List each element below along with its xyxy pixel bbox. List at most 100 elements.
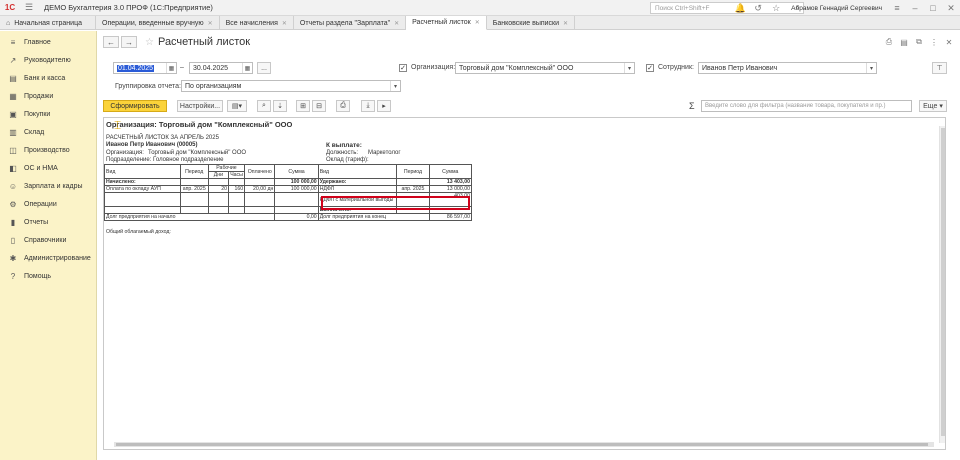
tab-label: Все начисления bbox=[225, 19, 278, 27]
close-icon[interactable]: ✕ bbox=[394, 20, 399, 27]
settings-button[interactable]: Настройки... bbox=[177, 100, 223, 112]
horizontal-scrollbar[interactable] bbox=[114, 442, 934, 447]
employee-name: Иванов Петр Иванович (00005) bbox=[106, 142, 198, 148]
period-select-button[interactable]: ... bbox=[257, 62, 271, 74]
sidebar-item-main[interactable]: ≡ Главное bbox=[0, 33, 96, 51]
maximize-icon[interactable]: □ bbox=[927, 2, 939, 14]
grouping-field[interactable]: По организациям ▾ bbox=[181, 80, 401, 92]
tab-payslip[interactable]: Расчетный листок ✕ bbox=[406, 16, 487, 30]
page-title: Расчетный листок bbox=[157, 36, 251, 48]
sidebar-item-bank[interactable]: ▤ Банк и касса bbox=[0, 69, 96, 87]
sidebar-item-warehouse[interactable]: ▥ Склад bbox=[0, 123, 96, 141]
employee-field[interactable]: Иванов Петр Иванович ▾ bbox=[698, 62, 877, 74]
employee-checkbox[interactable]: ✓ bbox=[646, 64, 654, 72]
vertical-scrollbar[interactable] bbox=[939, 126, 945, 443]
collapse-button[interactable]: ⊟ bbox=[312, 100, 326, 112]
tab-home[interactable]: ⌂ Начальная страница bbox=[0, 16, 96, 30]
payslip-title: РАСЧЕТНЫЙ ЛИСТОК ЗА АПРЕЛЬ 2025 bbox=[106, 135, 219, 141]
tab-bank-statements[interactable]: Банковские выписки ✕ bbox=[487, 16, 576, 30]
sidebar-item-label: Склад bbox=[24, 128, 45, 136]
sidebar-item-catalogs[interactable]: ▯ Справочники bbox=[0, 231, 96, 249]
find-button[interactable]: ⌕ bbox=[257, 100, 271, 112]
history-icon[interactable]: ↺ bbox=[752, 2, 764, 14]
export-button[interactable]: ⤓ bbox=[361, 100, 375, 112]
text-cursor-icon: ⌶ bbox=[114, 118, 122, 132]
position-label: Должность: bbox=[326, 150, 359, 156]
variants-button[interactable]: ▤▾ bbox=[227, 100, 247, 112]
sidebar-item-assets[interactable]: ◧ ОС и НМА bbox=[0, 159, 96, 177]
home-icon: ⌂ bbox=[6, 19, 11, 27]
close-form-icon[interactable]: ✕ bbox=[944, 37, 954, 47]
building-icon: ◧ bbox=[9, 163, 17, 173]
table-cell bbox=[396, 178, 430, 186]
star-icon[interactable]: ☆ bbox=[770, 2, 782, 14]
minimize-icon[interactable]: – bbox=[909, 2, 921, 14]
org-field[interactable]: Торговый дом "Комплексный" ООО ▾ bbox=[455, 62, 635, 74]
favorite-star-icon[interactable]: ☆ bbox=[145, 37, 154, 48]
close-icon[interactable]: ✕ bbox=[563, 20, 568, 27]
sidebar-item-salary[interactable]: ☺ Зарплата и кадры bbox=[0, 177, 96, 195]
forward-button[interactable]: → bbox=[121, 36, 137, 48]
bell-icon[interactable]: 🔔 bbox=[734, 2, 746, 14]
close-icon[interactable]: ✕ bbox=[945, 2, 957, 14]
expand-button[interactable]: ⊞ bbox=[296, 100, 310, 112]
org-line-value: Торговый дом "Комплексный" ООО bbox=[148, 150, 247, 156]
sidebar-item-sales[interactable]: ▦ Продажи bbox=[0, 87, 96, 105]
print-icon: ⎙ bbox=[340, 102, 346, 109]
find-next-button[interactable]: ⇣ bbox=[273, 100, 287, 112]
more-vertical-icon[interactable]: ⋮ bbox=[929, 37, 939, 47]
settings-lines-icon[interactable]: ≡ bbox=[891, 2, 903, 14]
save-icon[interactable]: ▤ bbox=[899, 37, 909, 47]
sidebar-item-help[interactable]: ? Помощь bbox=[0, 267, 96, 285]
close-icon[interactable]: ✕ bbox=[282, 20, 287, 27]
scroll-thumb[interactable] bbox=[941, 128, 945, 436]
help-icon: ? bbox=[10, 271, 16, 281]
menu-icon: ≡ bbox=[10, 37, 16, 47]
table-cell bbox=[227, 192, 246, 207]
grid-menu-icon[interactable]: ☰ bbox=[23, 2, 35, 14]
date-from-field[interactable]: 01.04.2025 ▦ bbox=[113, 62, 177, 74]
back-button[interactable]: ← bbox=[103, 36, 119, 48]
link-icon[interactable]: ⧉ bbox=[914, 37, 924, 47]
tab-all-accruals[interactable]: Все начисления ✕ bbox=[220, 16, 294, 30]
more-label: Еще bbox=[923, 102, 938, 110]
generate-button[interactable]: Сформировать bbox=[103, 100, 167, 112]
print-button[interactable]: ⎙ bbox=[336, 100, 350, 112]
report-filter-input[interactable]: Введите слово для фильтра (название това… bbox=[701, 100, 912, 112]
report-spreadsheet[interactable]: Организация: Торговый дом "Комплексный" … bbox=[103, 117, 946, 450]
tab-salary-reports[interactable]: Отчеты раздела "Зарплата" ✕ bbox=[294, 16, 407, 30]
scroll-thumb[interactable] bbox=[116, 443, 928, 446]
sidebar-item-production[interactable]: ◫ Производство bbox=[0, 141, 96, 159]
send-button[interactable]: ▸ bbox=[377, 100, 391, 112]
table-cell bbox=[179, 178, 209, 186]
sidebar-item-label: Справочники bbox=[24, 236, 67, 244]
close-icon[interactable]: ✕ bbox=[475, 19, 480, 26]
calendar-icon[interactable]: ▦ bbox=[242, 63, 252, 73]
sidebar-item-label: Продажи bbox=[24, 92, 54, 100]
people-icon: ☺ bbox=[8, 181, 18, 191]
close-icon[interactable]: ✕ bbox=[208, 20, 213, 27]
more-button[interactable]: Еще ▾ bbox=[919, 100, 947, 112]
calendar-icon[interactable]: ▦ bbox=[166, 63, 176, 73]
sidebar-item-manager[interactable]: ↗ Руководителю bbox=[0, 51, 96, 69]
print-icon[interactable]: ⎙ bbox=[884, 37, 894, 47]
open-windows-tabs: ⌂ Начальная страница Операции, введенные … bbox=[0, 16, 960, 30]
sidebar-item-admin[interactable]: ✱ Администрирование bbox=[0, 249, 96, 267]
tab-manual-operations[interactable]: Операции, введенные вручную ✕ bbox=[96, 16, 220, 30]
chevron-down-icon[interactable]: ▾ bbox=[866, 63, 876, 73]
sidebar-item-operations[interactable]: ⚙ Операции bbox=[0, 195, 96, 213]
variants-icon: ▤▾ bbox=[231, 103, 243, 110]
current-user[interactable]: Абрамов Геннадий Сергеевич bbox=[791, 5, 882, 12]
date-to-field[interactable]: 30.04.2025 ▦ bbox=[189, 62, 253, 74]
sidebar-item-reports[interactable]: ▮ Отчеты bbox=[0, 213, 96, 231]
chevron-down-icon[interactable]: ▾ bbox=[390, 81, 400, 91]
sum-icon[interactable]: Σ bbox=[689, 101, 695, 111]
org-checkbox[interactable]: ✓ bbox=[399, 64, 407, 72]
tab-label: Банковские выписки bbox=[492, 19, 560, 27]
chevron-down-icon[interactable]: ▾ bbox=[624, 63, 634, 73]
filter-settings-button[interactable]: ⊤ bbox=[932, 62, 947, 74]
accrual-sum: 100 000,00 bbox=[274, 185, 319, 193]
accrued-sum: 100 000,00 bbox=[274, 178, 319, 186]
col-hours: Часы bbox=[227, 171, 246, 179]
sidebar-item-purchases[interactable]: ▣ Покупки bbox=[0, 105, 96, 123]
